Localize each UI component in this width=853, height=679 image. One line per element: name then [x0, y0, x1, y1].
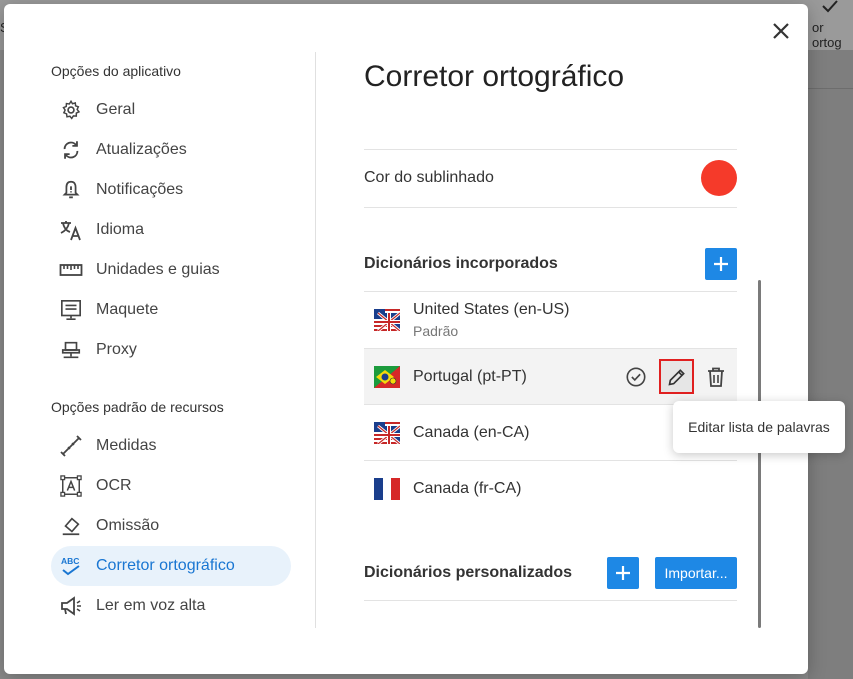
- divider: [364, 600, 737, 601]
- add-builtin-dictionary-button[interactable]: [705, 248, 737, 280]
- nav-label: Ler em voz alta: [96, 597, 206, 614]
- gear-icon: [51, 90, 91, 130]
- nav-item-idioma[interactable]: Idioma: [51, 210, 291, 250]
- dictionary-row-fr-ca[interactable]: Canada (fr-CA): [364, 461, 737, 516]
- nav-item-ocr[interactable]: OCR: [51, 466, 291, 506]
- nav-item-unidades[interactable]: Unidades e guias: [51, 250, 291, 290]
- check-circle-icon: [626, 367, 646, 387]
- nav-item-geral[interactable]: Geral: [51, 90, 291, 130]
- page-title: Corretor ortográfico: [364, 60, 625, 93]
- nav-item-maquete[interactable]: Maquete: [51, 290, 291, 330]
- eraser-icon: [51, 506, 91, 546]
- dictionary-name: Canada (en-CA): [413, 423, 530, 441]
- dictionary-row-en-us[interactable]: United States (en-US) Padrão: [364, 292, 737, 347]
- underline-color-label: Cor do sublinhado: [364, 169, 494, 186]
- nav-label: OCR: [96, 477, 132, 494]
- scrollbar[interactable]: [758, 280, 761, 628]
- app-options-title: Opções do aplicativo: [51, 63, 181, 79]
- nav-item-corretor[interactable]: ABC Corretor ortográfico: [51, 546, 291, 586]
- nav-label: Idioma: [96, 221, 145, 238]
- background-panel: [808, 50, 853, 679]
- us-uk-flag-icon: [374, 308, 400, 331]
- spellcheck-icon: ABC: [51, 546, 91, 586]
- svg-text:ABC: ABC: [61, 556, 79, 566]
- custom-dictionaries-title: Dicionários personalizados: [364, 564, 573, 581]
- us-uk-flag-icon: [374, 421, 400, 444]
- dictionary-name: United States (en-US): [413, 300, 570, 318]
- dictionary-default-label: Padrão: [413, 322, 459, 339]
- underline-color-swatch[interactable]: [701, 160, 737, 196]
- ocr-icon: [51, 466, 91, 506]
- import-button[interactable]: Importar...: [655, 557, 737, 589]
- proxy-icon: [51, 330, 91, 370]
- refresh-icon: [51, 130, 91, 170]
- bell-icon: [51, 170, 91, 210]
- measure-icon: [51, 426, 91, 466]
- divider: [364, 149, 737, 150]
- megaphone-icon: [51, 586, 91, 626]
- check-icon: [822, 0, 838, 19]
- nav-label: Unidades e guias: [96, 261, 220, 278]
- nav-label: Maquete: [96, 301, 159, 318]
- nav-item-atualizacoes[interactable]: Atualizações: [51, 130, 291, 170]
- nav-item-notificacoes[interactable]: Notificações: [51, 170, 291, 210]
- delete-dictionary-button[interactable]: [701, 362, 731, 392]
- trash-icon: [708, 367, 724, 387]
- translate-icon: [51, 210, 91, 250]
- nav-label: Corretor ortográfico: [96, 557, 235, 574]
- brazil-portugal-flag-icon: [374, 365, 400, 388]
- set-default-button[interactable]: [621, 362, 651, 392]
- nav-label: Geral: [96, 101, 136, 118]
- france-flag-icon: [374, 477, 400, 500]
- settings-dialog: Opções do aplicativo Geral Atualizações …: [4, 4, 808, 674]
- add-custom-dictionary-button[interactable]: [607, 557, 639, 589]
- nav-item-omissao[interactable]: Omissão: [51, 506, 291, 546]
- nav-label: Atualizações: [96, 141, 187, 158]
- nav-item-medidas[interactable]: Medidas: [51, 426, 291, 466]
- nav-item-proxy[interactable]: Proxy: [51, 330, 291, 370]
- resource-options-title: Opções padrão de recursos: [51, 399, 224, 415]
- nav-label: Omissão: [96, 517, 160, 534]
- plus-icon: [714, 257, 728, 271]
- background-label-right: or ortog: [812, 20, 842, 50]
- dictionary-name: Portugal (pt-PT): [413, 367, 527, 385]
- nav-label: Medidas: [96, 437, 157, 454]
- layout-icon: [51, 290, 91, 330]
- nav-label: Notificações: [96, 181, 184, 198]
- close-icon: [773, 23, 789, 39]
- nav-label: Proxy: [96, 341, 137, 358]
- edit-word-list-tooltip: Editar lista de palavras: [673, 401, 845, 453]
- builtin-dictionaries-title: Dicionários incorporados: [364, 255, 558, 272]
- pencil-icon: [667, 368, 685, 386]
- dictionary-name: Canada (fr-CA): [413, 479, 522, 497]
- nav-item-ler-voz-alta[interactable]: Ler em voz alta: [51, 586, 291, 626]
- divider: [364, 207, 737, 208]
- ruler-icon: [51, 250, 91, 290]
- close-button[interactable]: [770, 20, 792, 42]
- plus-icon: [616, 566, 630, 580]
- sidebar-divider: [315, 52, 316, 628]
- edit-word-list-button[interactable]: [659, 359, 694, 394]
